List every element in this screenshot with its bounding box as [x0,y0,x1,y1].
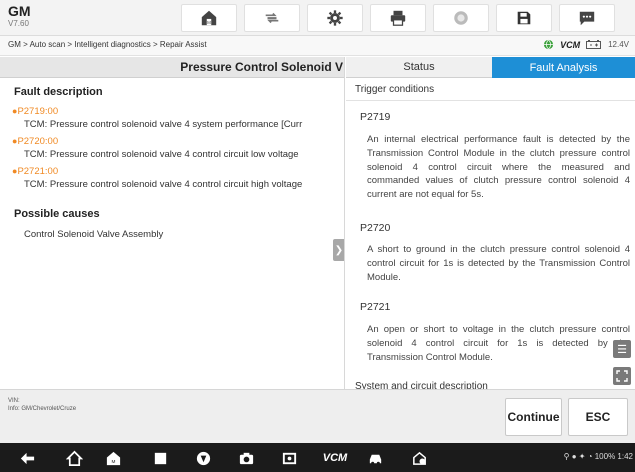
back-arrow-icon [20,452,34,464]
vcm-label: VCM [560,39,581,50]
fault-code: P2721:00 [17,166,59,177]
expand-icon [616,370,628,382]
vcm-nav-label: VCM [322,452,348,464]
home-filled-icon: M [106,451,120,465]
fault-desc: TCM: Pressure control solenoid valve 4 c… [24,179,303,190]
square-icon [154,452,166,464]
brand: GM V7.60 [8,3,31,29]
remote-support-button[interactable] [410,449,428,467]
trigger-conditions-heading: Trigger conditions [355,84,435,95]
continue-button[interactable]: Continue [505,398,562,436]
screen-record-button[interactable] [280,449,298,467]
brand-name: GM [8,3,31,19]
screen-record-icon [282,452,296,464]
settings-button[interactable] [307,4,363,32]
vcm-button[interactable]: VCM [322,449,348,467]
trigger-code: P2719 [360,111,391,123]
analysis-panel[interactable]: Status Fault Analysis Trigger conditions… [346,57,635,389]
vehicle-info: VIN: Info: GM/Chevrolet/Cruze [8,397,76,413]
fault-code-item[interactable]: ●P2721:00 [12,166,58,177]
vin-label: VIN: [8,398,20,404]
vehicle-button[interactable] [366,449,384,467]
fault-code: P2720:00 [17,136,59,147]
fault-code-item[interactable]: ●P2720:00 [12,136,58,147]
print-icon [390,10,406,26]
breadcrumb: GM > Auto scan > Intelligent diagnostics… [8,40,207,49]
fault-code: P2719:00 [17,106,59,117]
voltage-readout: 12.4V [608,40,629,49]
fault-desc: TCM: Pressure control solenoid valve 4 s… [24,119,303,130]
android-status-info: ⚲ ● ✦ ◔ 100% 1:42 [564,452,633,461]
vehicle-swap-icon [265,12,279,24]
back-button[interactable] [18,449,36,467]
battery-icon [586,40,602,49]
app-home-button[interactable]: M [104,449,122,467]
vehicle-info-label: Info: GM/Chevrolet/Cruze [8,406,77,412]
list-view-button[interactable]: ☰ [613,340,631,358]
settings-icon [327,10,343,26]
chat-button[interactable] [559,4,615,32]
help-button[interactable] [433,4,489,32]
chat-icon [579,11,595,26]
top-toolbar: GM V7.60 M [0,0,635,36]
android-home-button[interactable] [65,449,83,467]
remote-support-icon [412,451,426,465]
trigger-code: P2721 [360,301,391,313]
camera-icon [239,452,253,464]
vehicle-info-bar: VIN: Info: GM/Chevrolet/Cruze Continue E… [0,389,635,443]
panel-title-bar: Pressure Control Solenoid V [0,57,344,78]
esc-button[interactable]: ESC [568,398,628,436]
car-icon [369,454,381,465]
camera-button[interactable] [237,449,255,467]
trigger-code: P2720 [360,222,391,234]
trigger-text: A short to ground in the clutch pressure… [367,244,630,283]
home-icon: M [201,10,217,26]
house-icon [65,450,83,466]
divider [346,100,635,101]
panel-title: Pressure Control Solenoid V [180,60,343,74]
save-icon [517,11,531,25]
tab-fault-analysis[interactable]: Fault Analysis [492,57,635,78]
print-button[interactable] [370,4,426,32]
connection-status: VCM 12.4V [543,39,629,50]
battery-time: 100% 1:42 [594,452,633,461]
list-icon: ☰ [617,343,627,356]
cause-item: Control Solenoid Valve Assembly [24,229,164,240]
vehicle-swap-button[interactable] [244,4,300,32]
android-nav-bar: M VCM ⚲ ● ✦ ◔ 100% 1:42 [0,443,635,472]
tab-status[interactable]: Status [346,57,492,78]
home-button[interactable]: M [181,4,237,32]
fault-description-panel[interactable]: Pressure Control Solenoid V Fault descri… [0,57,345,389]
fault-desc: TCM: Pressure control solenoid valve 4 c… [24,149,299,160]
browser-button[interactable] [194,449,212,467]
recent-apps-button[interactable] [151,449,169,467]
chevron-right-icon: ❯ [334,244,344,256]
fullscreen-button[interactable] [613,367,631,385]
globe-icon [544,39,554,50]
svg-text:M: M [207,20,211,25]
fault-description-heading: Fault description [14,86,103,98]
panel-toggle-handle[interactable]: ❯ [333,239,344,261]
system-description-heading: System and circuit description [355,381,488,389]
svg-text:M: M [111,459,115,465]
app-version: V7.60 [8,19,29,28]
trigger-text: An open or short to voltage in the clutc… [367,324,630,363]
breadcrumb-bar: GM > Auto scan > Intelligent diagnostics… [0,36,635,56]
save-button[interactable] [496,4,552,32]
possible-causes-heading: Possible causes [14,208,100,220]
fault-code-item[interactable]: ●P2719:00 [12,106,58,117]
trigger-text: An internal electrical performance fault… [367,134,630,201]
browser-icon [196,451,210,465]
status-icons: ⚲ ● ✦ ◔ [563,452,595,461]
help-icon [454,11,468,25]
